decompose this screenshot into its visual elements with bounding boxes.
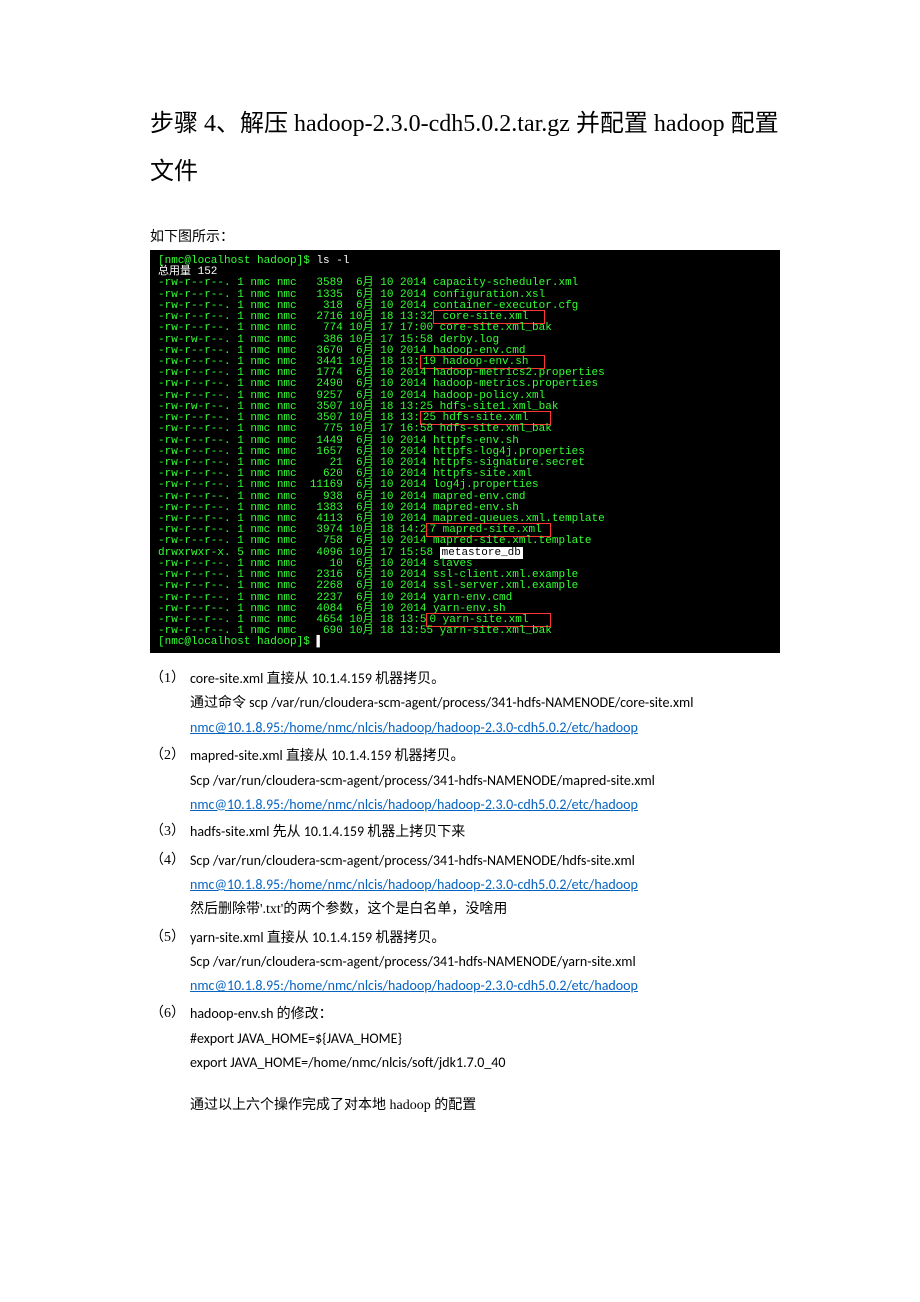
section-title: 步骤 4、解压 hadoop-2.3.0-cdh5.0.2.tar.gz 并配置…: [150, 100, 780, 196]
scp-link[interactable]: nmc@10.1.8.95:/home/nmc/nlcis/hadoop/had…: [190, 977, 638, 994]
intro-text: 如下图所示：: [150, 226, 780, 246]
list-item: （1） core-site.xml 直接从 10.1.4.159 机器拷贝。 通…: [150, 667, 780, 740]
scp-link[interactable]: nmc@10.1.8.95:/home/nmc/nlcis/hadoop/had…: [190, 796, 638, 813]
list-item: （6） hadoop-env.sh 的修改： #export JAVA_HOME…: [150, 1002, 780, 1074]
list-item: （2） mapred-site.xml 直接从 10.1.4.159 机器拷贝。…: [150, 744, 780, 816]
scp-link[interactable]: nmc@10.1.8.95:/home/nmc/nlcis/hadoop/had…: [190, 719, 638, 736]
items-list: （1） core-site.xml 直接从 10.1.4.159 机器拷贝。 通…: [150, 667, 780, 1075]
scp-link[interactable]: nmc@10.1.8.95:/home/nmc/nlcis/hadoop/had…: [190, 876, 638, 893]
footer-text: 通过以上六个操作完成了对本地 hadoop 的配置: [190, 1094, 780, 1114]
list-item: （5） yarn-site.xml 直接从 10.1.4.159 机器拷贝。 S…: [150, 926, 780, 998]
list-item: （3） hadfs-site.xml 先从 10.1.4.159 机器上拷贝下来: [150, 820, 780, 845]
terminal-output: [nmc@localhost hadoop]$ ls -l 总用量 152 -r…: [150, 250, 780, 653]
list-item: （4） Scp /var/run/cloudera-scm-agent/proc…: [150, 849, 780, 921]
